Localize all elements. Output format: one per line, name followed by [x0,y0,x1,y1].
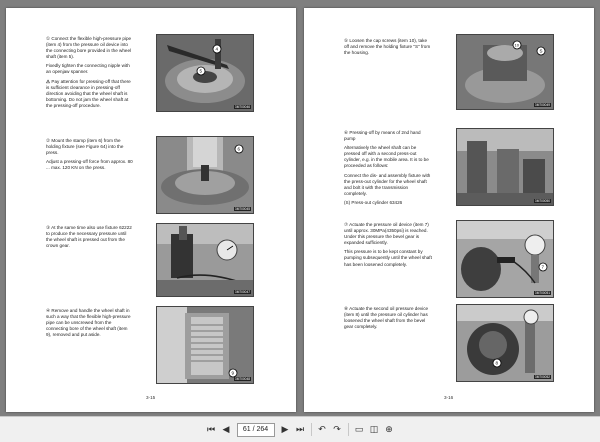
photo-code: 3M700048 [233,377,251,381]
step-2-photo: 6 3M700045 [156,136,254,214]
step-number: ⑤ [344,38,349,43]
previous-page-button[interactable]: ◀ [220,423,233,437]
step-2: ② Mount the stamp (item 6) from the hold… [46,138,134,174]
photo-code: 3M700047 [233,290,251,294]
photo-code: 3M700050 [533,199,551,203]
step-4-photo: 9 3M700048 [156,306,254,384]
forward-icon[interactable]: ↷ [331,423,344,437]
step-7: ⑦ Actuate the pressure oil device (item … [344,222,432,271]
step-3: ③ At the same time also use fixture 6222… [46,225,134,252]
svg-text:S: S [540,49,543,54]
document-viewer: ① Connect the flexible high-pressure pip… [0,0,600,416]
step-text: Fixedly tighten the connecting nipple wi… [46,63,130,75]
step-4: ④ Remove and handle the wheel shaft in s… [46,308,134,341]
toolbar-divider [347,423,349,436]
step-text: Loosen the cap screws (item 10), take of… [344,38,431,56]
zoom-icon[interactable]: ⊕ [383,423,396,437]
step-number: ⑧ [344,306,349,311]
warning-icon: ⚠ [46,78,51,84]
step-text: Remove and handle the wheel shaft in suc… [46,308,131,338]
step-number: ④ [46,308,51,313]
step-1-photo: 4 5 3M700046 [156,34,254,112]
page-number: 3-15 [146,395,156,400]
photo-code: 3M700051 [533,291,551,295]
step-number: ③ [46,225,51,230]
step-text: (S) Press-out cylinder 63426 [344,199,403,205]
toolbar-divider [310,423,312,436]
next-page-button[interactable]: ▶ [279,423,292,437]
step-1: ① Connect the flexible high-pressure pip… [46,36,134,112]
step-7-photo: 7 3M700051 [456,220,554,298]
step-text: This pressure is to be kept constant by … [344,249,432,267]
photo-code: 3M700049 [533,103,551,107]
right-page: ⑤ Loosen the cap screws (item 10), take … [304,8,594,412]
step-number: ② [46,138,51,143]
page-number: 3-16 [444,395,454,400]
step-number: ① [46,36,51,41]
step-6: ⑥ Pressing-off by means of 2nd hand pump… [344,130,432,209]
step-text: Connect the flexible high-pressure pipe … [46,36,132,60]
step-text: Alternatively the wheel shaft can be pre… [344,145,429,169]
photo-code: 3M700052 [533,375,551,379]
left-page: ① Connect the flexible high-pressure pip… [6,8,296,412]
step-text: At the same time also use fixture 62222 … [46,225,132,249]
step-text: Actuate the pressure oil device (item 7)… [344,222,429,246]
warning-note: Pay attention for pressing-off that ther… [46,78,131,108]
page-number-input[interactable]: 61 / 264 [236,422,275,437]
single-page-view-icon[interactable]: ▭ [353,423,366,437]
two-page-view-icon[interactable]: ◫ [368,423,381,437]
step-8-photo: 8 3M700052 [456,304,554,382]
step-number: ⑦ [344,222,349,227]
first-page-button[interactable]: ⏮ [205,423,218,437]
step-text: Pressing-off by means of 2nd hand pump [344,130,421,142]
step-text: Adjust a pressing-off force from approx.… [46,159,133,171]
last-page-button[interactable]: ⏭ [294,423,307,437]
svg-text:10: 10 [515,43,520,48]
step-5-photo: 10 S 3M700049 [456,34,554,110]
step-text: Connect the dis- and assembly fixture wi… [344,172,431,196]
step-text: Actuate the second oil pressure device (… [344,306,429,330]
step-6-photo: 3M700050 [456,128,554,206]
step-5: ⑤ Loosen the cap screws (item 10), take … [344,38,432,59]
step-text: Mount the stamp (item 6) from the holdin… [46,138,124,156]
viewer-toolbar: ⏮ ◀ 61 / 264 ▶ ⏭ ↶ ↷ ▭ ◫ ⊕ [0,416,600,442]
step-number: ⑥ [344,130,349,135]
photo-code: 3M700045 [233,207,251,211]
back-icon[interactable]: ↶ [316,423,329,437]
photo-code: 3M700046 [233,105,251,109]
step-8: ⑧ Actuate the second oil pressure device… [344,306,432,333]
step-3-photo: 3M700047 [156,223,254,297]
